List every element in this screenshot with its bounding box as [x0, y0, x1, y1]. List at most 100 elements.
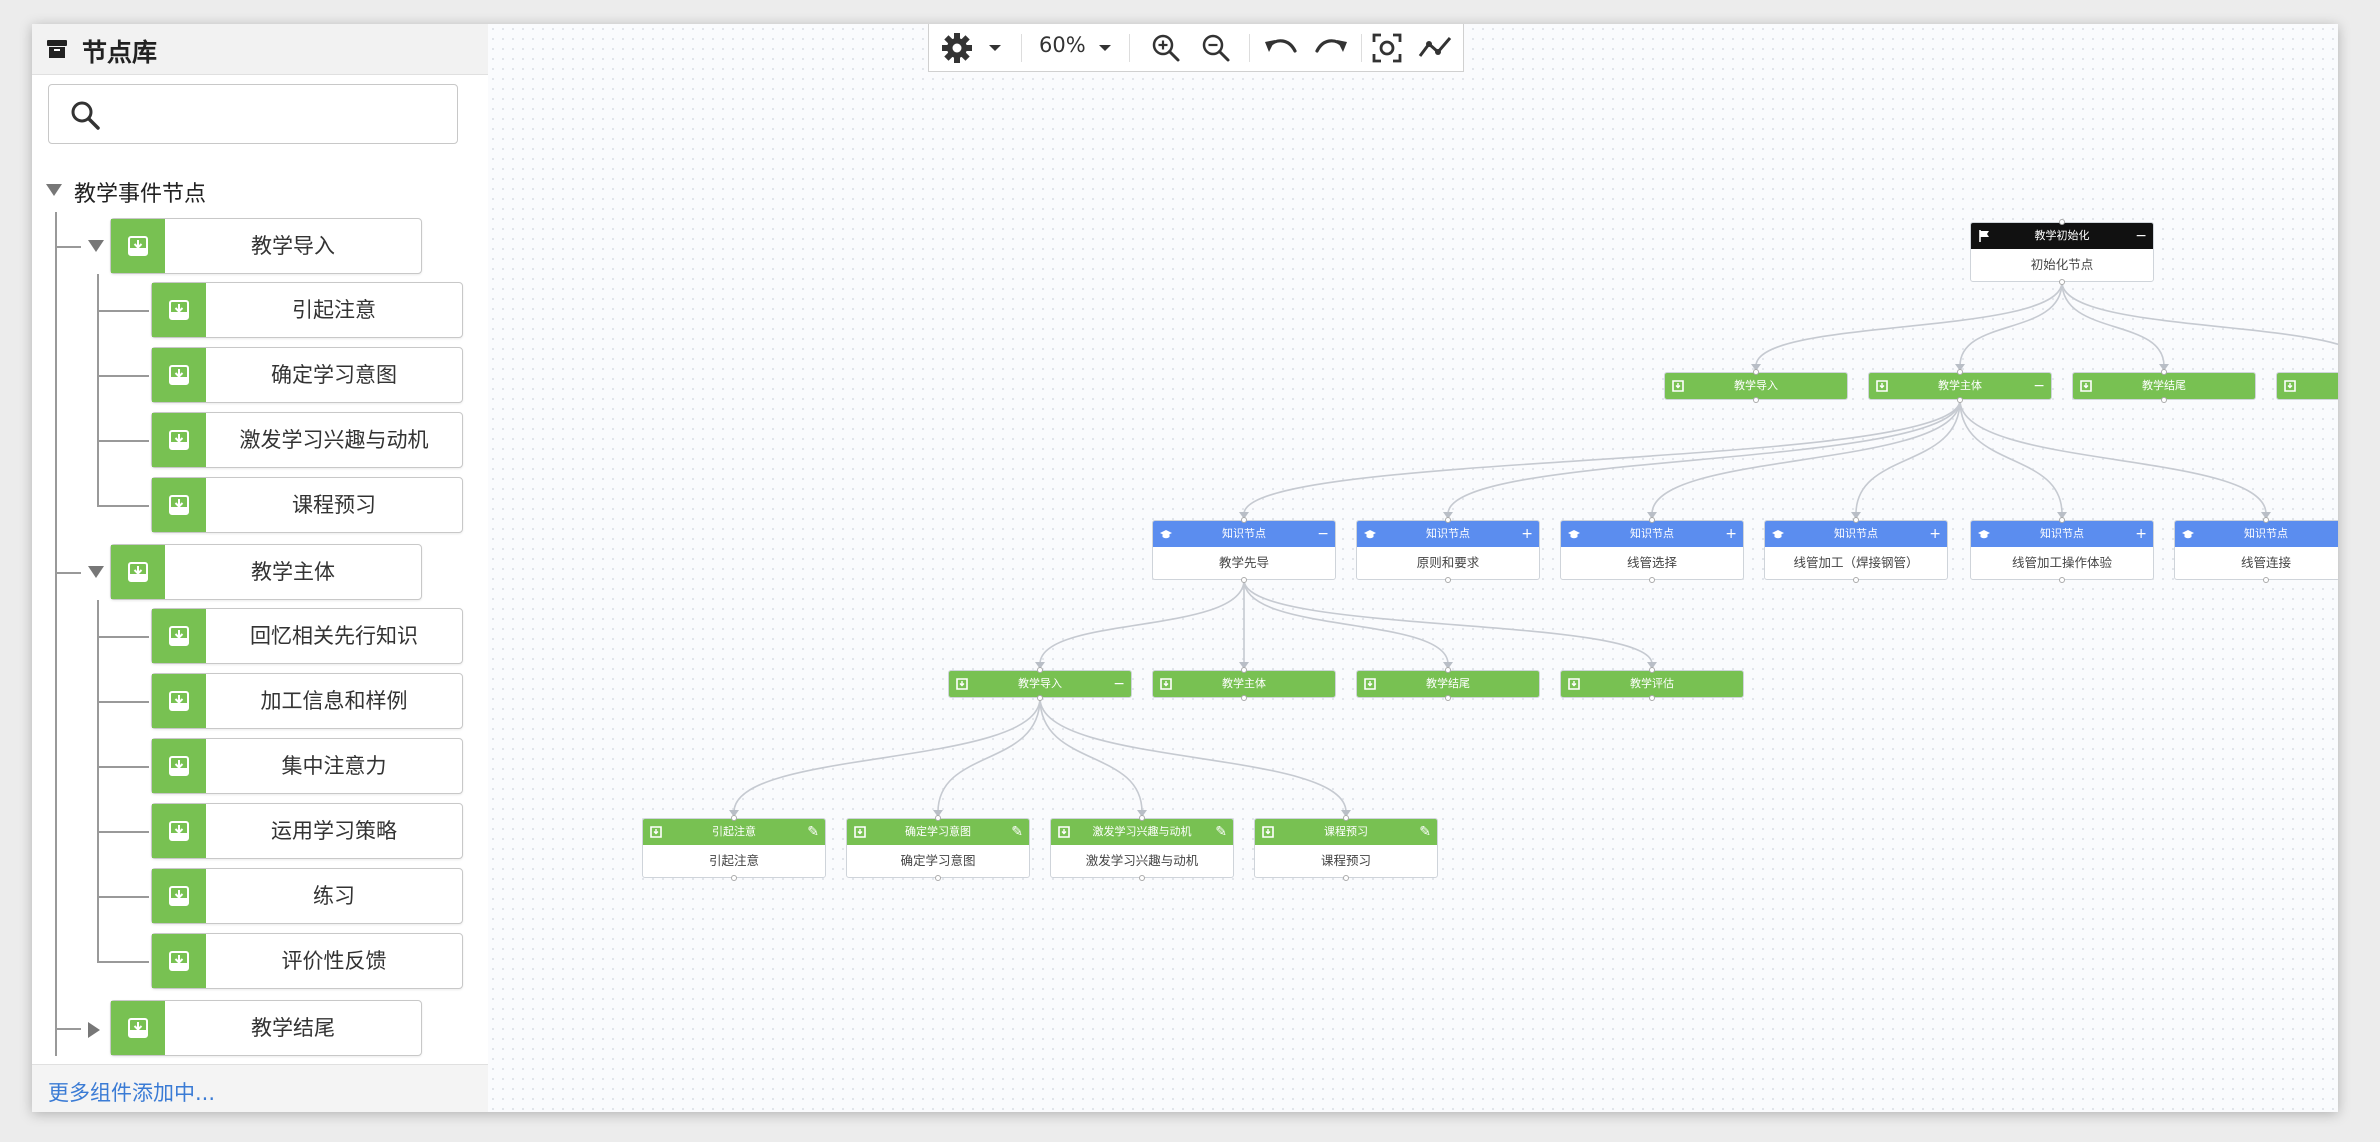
connection-port[interactable] — [1343, 875, 1349, 881]
connection-port[interactable] — [2161, 369, 2167, 375]
connection-port[interactable] — [1649, 577, 1655, 583]
root-node[interactable]: 教学初始化 − 初始化节点 — [1970, 222, 2154, 282]
connection-port[interactable] — [2059, 517, 2065, 523]
fit-view-icon[interactable] — [1371, 32, 1403, 64]
search-field[interactable] — [48, 84, 458, 144]
node-action-button[interactable]: + — [1929, 521, 1941, 547]
connection-port[interactable] — [1753, 397, 1759, 403]
knowledge-node[interactable]: 知识节点 + 线管选择 — [1560, 520, 1744, 580]
more-components-link[interactable]: 更多组件添加中... — [32, 1064, 488, 1112]
sidebar-item[interactable]: 确定学习意图 — [151, 347, 463, 403]
connection-port[interactable] — [1241, 667, 1247, 673]
group-toggle[interactable] — [88, 566, 104, 578]
connection-port[interactable] — [1445, 577, 1451, 583]
sidebar-item[interactable]: 集中注意力 — [151, 738, 463, 794]
connection-port[interactable] — [2059, 219, 2065, 225]
activity-node[interactable]: 引起注意 ✎ 引起注意 — [642, 818, 826, 878]
connection-port[interactable] — [1241, 577, 1247, 583]
node-action-button[interactable]: − — [1317, 521, 1329, 547]
knowledge-node[interactable]: 知识节点 + 原则和要求 — [1356, 520, 1540, 580]
gear-icon[interactable] — [941, 32, 975, 64]
sidebar-group-1[interactable]: 教学主体 — [110, 544, 422, 600]
event-node[interactable]: 教 — [2276, 372, 2338, 400]
knowledge-node[interactable]: 知识节点 + 线管加工（焊接钢管） — [1764, 520, 1948, 580]
sidebar-group-2[interactable]: 教学结尾 — [110, 1000, 422, 1056]
sidebar-item[interactable]: 激发学习兴趣与动机 — [151, 412, 463, 468]
node-action-button[interactable]: − — [1113, 671, 1125, 697]
undo-icon[interactable] — [1263, 32, 1299, 64]
sidebar-group-0[interactable]: 教学导入 — [110, 218, 422, 274]
node-header: 教学导入 − — [949, 671, 1131, 697]
sidebar-item[interactable]: 引起注意 — [151, 282, 463, 338]
search-input[interactable] — [111, 95, 445, 135]
connection-port[interactable] — [2263, 577, 2269, 583]
node-action-button[interactable]: − — [2033, 373, 2045, 399]
event-node[interactable]: 教学主体 − — [1868, 372, 2052, 400]
zoom-out-icon[interactable] — [1201, 32, 1231, 64]
sidebar-item[interactable]: 运用学习策略 — [151, 803, 463, 859]
event-node[interactable]: 教学主体 — [1152, 670, 1336, 698]
connection-port[interactable] — [1445, 695, 1451, 701]
chevron-down-icon[interactable] — [1097, 32, 1113, 64]
node-action-button[interactable]: ✎ — [807, 819, 819, 845]
connection-port[interactable] — [1649, 667, 1655, 673]
connection-port[interactable] — [2059, 577, 2065, 583]
event-node[interactable]: 教学结尾 — [2072, 372, 2256, 400]
connection-port[interactable] — [1649, 517, 1655, 523]
connection-port[interactable] — [1649, 695, 1655, 701]
zoom-in-icon[interactable] — [1151, 32, 1181, 64]
event-node[interactable]: 教学导入 — [1664, 372, 1848, 400]
more-components-text[interactable]: 更多组件添加中... — [48, 1077, 215, 1107]
connection-port[interactable] — [1037, 695, 1043, 701]
connection-port[interactable] — [1241, 695, 1247, 701]
event-node[interactable]: 教学导入 − — [948, 670, 1132, 698]
event-node[interactable]: 教学结尾 — [1356, 670, 1540, 698]
node-action-button[interactable]: + — [1725, 521, 1737, 547]
connection-port[interactable] — [731, 815, 737, 821]
connection-port[interactable] — [2263, 517, 2269, 523]
connection-port[interactable] — [1957, 369, 1963, 375]
connection-port[interactable] — [1853, 577, 1859, 583]
layout-icon[interactable] — [1417, 32, 1453, 64]
connection-port[interactable] — [935, 875, 941, 881]
connection-port[interactable] — [1957, 397, 1963, 403]
group-collapse-toggle[interactable] — [46, 184, 62, 196]
sidebar-item[interactable]: 回忆相关先行知识 — [151, 608, 463, 664]
chevron-down-icon[interactable] — [987, 32, 1003, 64]
connection-port[interactable] — [2059, 279, 2065, 285]
connection-port[interactable] — [1343, 815, 1349, 821]
zoom-level[interactable]: 60% — [1039, 33, 1086, 57]
node-action-button[interactable]: ✎ — [1419, 819, 1431, 845]
connection-port[interactable] — [1753, 369, 1759, 375]
sidebar-item[interactable]: 练习 — [151, 868, 463, 924]
node-action-button[interactable]: ✎ — [1011, 819, 1023, 845]
group-toggle[interactable] — [88, 240, 104, 252]
knowledge-node[interactable]: 知识节点+ 线管连接 — [2174, 520, 2338, 580]
connection-port[interactable] — [1445, 667, 1451, 673]
node-action-button[interactable]: − — [2135, 223, 2147, 249]
knowledge-node[interactable]: 知识节点 + 线管加工操作体验 — [1970, 520, 2154, 580]
activity-node[interactable]: 确定学习意图 ✎ 确定学习意图 — [846, 818, 1030, 878]
activity-node[interactable]: 课程预习 ✎ 课程预习 — [1254, 818, 1438, 878]
node-action-button[interactable]: + — [2135, 521, 2147, 547]
connection-port[interactable] — [935, 815, 941, 821]
sidebar-item[interactable]: 课程预习 — [151, 477, 463, 533]
sidebar-item[interactable]: 加工信息和样例 — [151, 673, 463, 729]
connection-port[interactable] — [1037, 667, 1043, 673]
redo-icon[interactable] — [1313, 32, 1349, 64]
connection-port[interactable] — [1445, 517, 1451, 523]
sidebar-item[interactable]: 评价性反馈 — [151, 933, 463, 989]
node-action-button[interactable]: + — [1521, 521, 1533, 547]
connection-port[interactable] — [731, 875, 737, 881]
connection-port[interactable] — [1241, 517, 1247, 523]
node-action-button[interactable]: ✎ — [1215, 819, 1227, 845]
event-node[interactable]: 教学评估 — [1560, 670, 1744, 698]
connection-port[interactable] — [1139, 815, 1145, 821]
connection-port[interactable] — [1139, 875, 1145, 881]
group-toggle[interactable] — [88, 1022, 100, 1038]
activity-node[interactable]: 激发学习兴趣与动机 ✎ 激发学习兴趣与动机 — [1050, 818, 1234, 878]
knowledge-node[interactable]: 知识节点 − 教学先导 — [1152, 520, 1336, 580]
connection-port[interactable] — [1853, 517, 1859, 523]
graph-canvas[interactable]: 教学初始化−初始化节点教学导入教学主体−教学结尾教知识节点−教学先导知识节点+原… — [488, 24, 2338, 1112]
connection-port[interactable] — [2161, 397, 2167, 403]
